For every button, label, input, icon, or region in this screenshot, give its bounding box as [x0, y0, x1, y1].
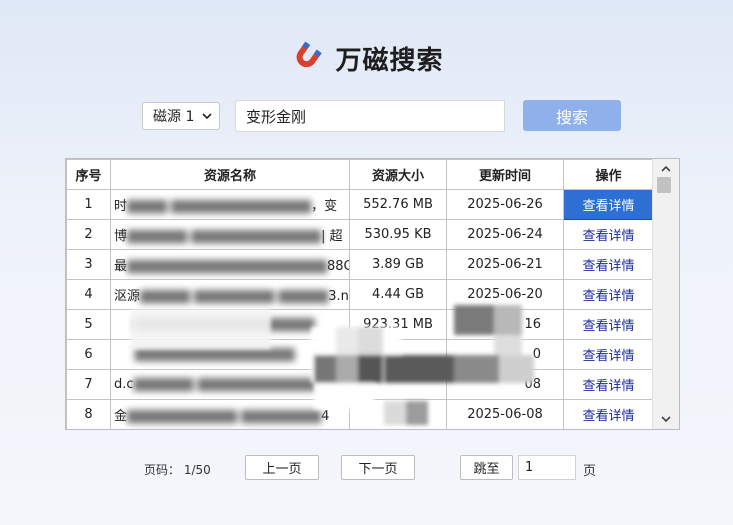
resource-name[interactable]: 金▇▇▇▇▇▇▇▇▇▇▇ ▇▇▇▇▇▇▇▇4 — [110, 399, 350, 429]
search-bar: 磁源 1 变形金刚 搜索 — [0, 100, 733, 132]
resource-name-text: 博 — [114, 229, 128, 244]
redacted-text: ▇▇▇▇▇▇ ▇▇▇▇▇▇▇▇▇▇▇▇ — [133, 377, 318, 392]
search-button[interactable]: 搜索 — [523, 100, 621, 131]
search-input-value: 变形金刚 — [246, 107, 307, 126]
resource-name-text: d.c — [114, 377, 134, 392]
view-details-link[interactable]: 查看详情 — [563, 309, 654, 340]
chevron-up-icon[interactable] — [660, 163, 672, 175]
resource-size — [349, 339, 447, 370]
resource-name-text: 沤源 — [114, 289, 141, 304]
redacted-text: ▇▇▇▇▇ ▇▇▇▇▇▇▇▇ ▇▇▇▇▇ — [140, 289, 329, 304]
resource-size: 923.31 MB — [349, 309, 447, 340]
table-row: 2 博▇▇▇▇▇▇ ▇▇▇▇▇▇▇▇▇▇▇▇▇| 超 530.95 KB 202… — [66, 219, 654, 250]
update-time: 2025-06-24 — [446, 219, 564, 250]
pagination: 页码： 1/50 上一页 下一页 跳至 1 页 — [0, 455, 733, 481]
resource-name[interactable]: 博▇▇▇▇▇▇ ▇▇▇▇▇▇▇▇▇▇▇▇▇| 超 — [110, 219, 350, 250]
page-number-input[interactable]: 1 — [518, 455, 576, 480]
magnet-icon — [297, 41, 323, 68]
column-header-size: 资源大小 — [349, 159, 447, 190]
resource-name[interactable]: ▇▇▇▇▇▇▇▇▇▇▇▇▇▇▇▇ — [110, 339, 350, 370]
page-value: 1/50 — [183, 463, 211, 477]
table-row: 5 ▇▇▇▇▇▇▇▇▇▇▇▇▇▇▇▇▇▇ 923.31 MB 16 查看详情 — [66, 309, 654, 340]
column-header-date: 更新时间 — [446, 159, 564, 190]
resource-size: 530.95 KB — [349, 219, 447, 250]
row-index: 5 — [66, 309, 111, 340]
view-details-link[interactable]: 查看详情 — [563, 189, 654, 220]
resource-size — [349, 369, 447, 400]
resource-name[interactable]: 沤源▇▇▇▇▇ ▇▇▇▇▇▇▇▇ ▇▇▇▇▇3.net — [110, 279, 350, 310]
jump-button[interactable]: 跳至 — [460, 455, 513, 480]
resource-name-text: 最 — [114, 259, 128, 274]
table-row: 6 ▇▇▇▇▇▇▇▇▇▇▇▇▇▇▇▇ 0 查看详情 — [66, 339, 654, 370]
redacted-text: ▇▇▇▇▇▇▇▇▇▇▇▇▇▇▇▇ — [114, 347, 295, 362]
scroll-thumb[interactable] — [657, 177, 671, 193]
redacted-text: ▇▇▇▇▇▇▇▇▇▇▇ ▇▇▇▇▇▇▇▇ — [127, 409, 322, 424]
resource-name[interactable]: d.c▇▇▇▇▇▇ ▇▇▇▇▇▇▇▇▇▇▇▇ — [110, 369, 350, 400]
resource-name-tail: | 超 — [321, 229, 343, 244]
update-time: 16 — [446, 309, 564, 340]
resource-name-tail: ，变 — [311, 199, 338, 214]
source-select-value: 磁源 1 — [153, 109, 195, 125]
table-scrollbar[interactable] — [652, 159, 679, 429]
view-details-link[interactable]: 查看详情 — [563, 249, 654, 280]
table-row: 7 d.c▇▇▇▇▇▇ ▇▇▇▇▇▇▇▇▇▇▇▇ 08 查看详情 — [66, 369, 654, 400]
source-select[interactable]: 磁源 1 — [142, 102, 220, 130]
row-index: 3 — [66, 249, 111, 280]
resource-name-text: 时 — [114, 199, 128, 214]
app-title: 万磁搜索 — [335, 45, 444, 76]
column-header-index: 序号 — [66, 159, 111, 190]
redacted-text: ▇▇▇▇▇▇▇▇▇▇▇▇▇▇▇▇▇▇▇▇ — [127, 259, 327, 274]
resource-name-tail: 88G — [326, 259, 349, 274]
resource-name[interactable]: 时▇▇▇▇ ▇▇▇▇▇▇▇▇▇▇▇▇▇▇，变 — [110, 189, 350, 220]
table-header-row: 序号 资源名称 资源大小 更新时间 操作 — [66, 159, 654, 190]
view-details-link[interactable]: 查看详情 — [563, 399, 654, 429]
row-index: 1 — [66, 189, 111, 220]
resource-name[interactable]: ▇▇▇▇▇▇▇▇▇▇▇▇▇▇▇▇▇▇ — [110, 309, 350, 340]
resource-name-text: 金 — [114, 409, 128, 424]
next-page-button[interactable]: 下一页 — [341, 455, 415, 480]
resource-name[interactable]: 最▇▇▇▇▇▇▇▇▇▇▇▇▇▇▇▇▇▇▇▇88G — [110, 249, 350, 280]
table-row: 8 金▇▇▇▇▇▇▇▇▇▇▇ ▇▇▇▇▇▇▇▇4 2025-06-08 查看详情 — [66, 399, 654, 429]
page-indicator: 页码： 1/50 — [144, 461, 211, 478]
search-input[interactable]: 变形金刚 — [235, 100, 505, 132]
view-details-link[interactable]: 查看详情 — [563, 369, 654, 400]
redacted-text: ▇▇▇▇ ▇▇▇▇▇▇▇▇▇▇▇▇▇▇ — [127, 199, 312, 214]
update-time: 0 — [446, 339, 564, 370]
resource-size: 4.44 GB — [349, 279, 447, 310]
prev-page-button[interactable]: 上一页 — [245, 455, 319, 480]
column-header-name: 资源名称 — [110, 159, 350, 190]
row-index: 8 — [66, 399, 111, 429]
row-index: 4 — [66, 279, 111, 310]
view-details-link[interactable]: 查看详情 — [563, 339, 654, 370]
chevron-down-icon[interactable] — [660, 413, 672, 425]
page-suffix: 页 — [583, 464, 597, 479]
resource-size: 552.76 MB — [349, 189, 447, 220]
resource-name-tail: 3.net — [328, 289, 349, 304]
results-table: 序号 资源名称 资源大小 更新时间 操作 1 时▇▇▇▇ ▇▇▇▇▇▇▇▇▇▇▇… — [65, 158, 680, 430]
row-index: 6 — [66, 339, 111, 370]
column-header-action: 操作 — [563, 159, 654, 190]
resource-size: 3.89 GB — [349, 249, 447, 280]
page-label: 页码： — [144, 463, 181, 477]
update-time: 2025-06-21 — [446, 249, 564, 280]
table-row: 4 沤源▇▇▇▇▇ ▇▇▇▇▇▇▇▇ ▇▇▇▇▇3.net 4.44 GB 20… — [66, 279, 654, 310]
redacted-text: ▇▇▇▇▇▇ ▇▇▇▇▇▇▇▇▇▇▇▇▇ — [127, 229, 322, 244]
row-index: 2 — [66, 219, 111, 250]
update-time: 2025-06-08 — [446, 399, 564, 429]
app-header: 万磁搜索 — [0, 36, 733, 80]
row-index: 7 — [66, 369, 111, 400]
table-row: 3 最▇▇▇▇▇▇▇▇▇▇▇▇▇▇▇▇▇▇▇▇88G 3.89 GB 2025-… — [66, 249, 654, 280]
redacted-text: ▇▇▇▇▇▇▇▇▇▇▇▇▇▇▇▇▇▇ — [114, 317, 315, 332]
chevron-down-icon — [202, 113, 212, 120]
view-details-link[interactable]: 查看详情 — [563, 279, 654, 310]
view-details-link[interactable]: 查看详情 — [563, 219, 654, 250]
table-row: 1 时▇▇▇▇ ▇▇▇▇▇▇▇▇▇▇▇▇▇▇，变 552.76 MB 2025-… — [66, 189, 654, 220]
update-time: 08 — [446, 369, 564, 400]
resource-size — [349, 399, 447, 429]
resource-name-tail: 4 — [321, 409, 330, 424]
update-time: 2025-06-20 — [446, 279, 564, 310]
update-time: 2025-06-26 — [446, 189, 564, 220]
